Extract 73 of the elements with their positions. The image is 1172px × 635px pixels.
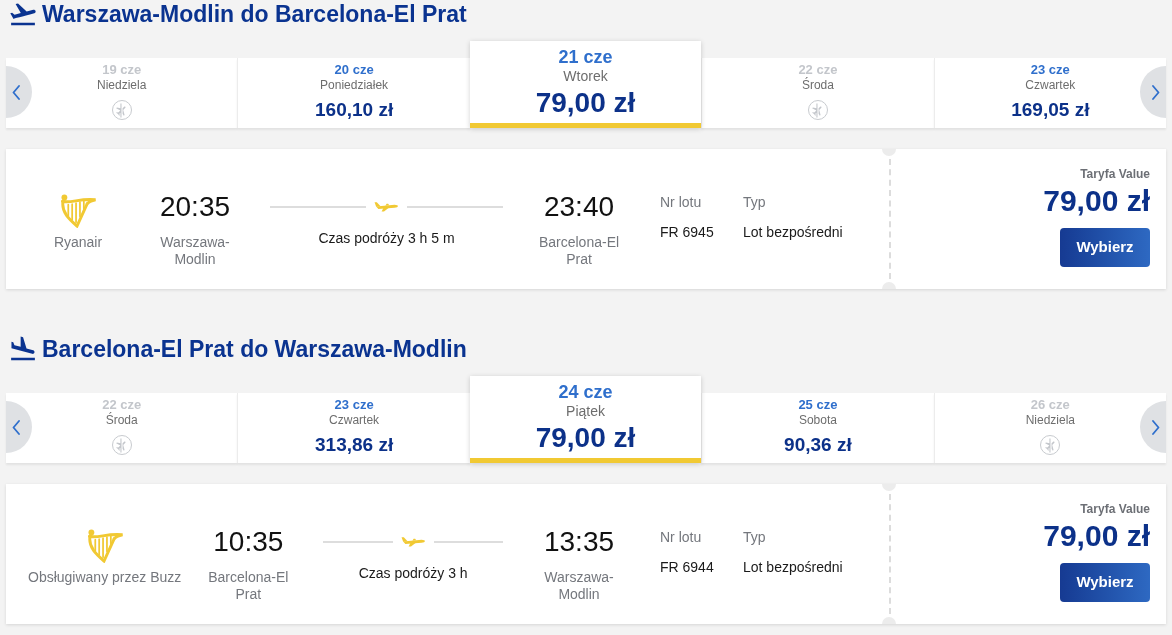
date-label: 26 cze xyxy=(1030,397,1070,413)
ticket-notch xyxy=(882,282,896,289)
day-label: Piątek xyxy=(566,403,605,420)
fare-label: Taryfa Value xyxy=(1080,167,1150,182)
select-button[interactable]: Wybierz xyxy=(1060,563,1150,602)
date-label: 20 cze xyxy=(334,62,374,78)
date-label: 21 cze xyxy=(558,46,613,68)
chevron-right-icon xyxy=(1152,419,1160,435)
select-button[interactable]: Wybierz xyxy=(1060,228,1150,267)
date-tile[interactable]: 19 cze Niedziela xyxy=(6,58,238,128)
date-price: 160,10 zł xyxy=(315,98,394,122)
day-label: Sobota xyxy=(798,413,837,428)
day-label: Środa xyxy=(105,413,138,428)
day-label: Czwartek xyxy=(1025,78,1076,93)
day-label: Poniedziałek xyxy=(320,78,389,93)
departure-airport: Barcelona-El Prat xyxy=(207,569,290,603)
day-label: Wtorek xyxy=(563,68,608,85)
flight-duration: Czas podróży 3 h xyxy=(358,565,468,582)
day-label: Niedziela xyxy=(97,78,147,93)
date-label: 22 cze xyxy=(102,397,142,412)
date-tile[interactable]: 23 cze Czwartek 313,86 zł xyxy=(237,393,470,463)
date-price: 90,36 zł xyxy=(784,433,852,457)
chevron-left-icon xyxy=(12,84,20,100)
flight-number: FR 6945 xyxy=(660,224,714,241)
date-price: 79,00 zł xyxy=(535,422,636,454)
date-price: 79,00 zł xyxy=(535,87,636,119)
date-tile[interactable]: 20 cze Poniedziałek 160,10 zł xyxy=(237,58,470,128)
section-title: Warszawa-Modlin do Barcelona-El Prat xyxy=(42,0,467,28)
date-price: 313,86 zł xyxy=(315,433,394,457)
flight-number-label: Nr lotu xyxy=(660,529,702,546)
chevron-right-icon xyxy=(1152,84,1160,100)
fare-price: 79,00 zł xyxy=(1043,518,1150,554)
date-label: 19 cze xyxy=(102,62,142,78)
flight-type-label: Typ xyxy=(743,529,766,546)
departure-time: 10:35 xyxy=(213,525,284,559)
fare-label: Taryfa Value xyxy=(1080,502,1150,517)
arrival-time: 13:35 xyxy=(543,525,615,559)
plane-icon xyxy=(374,202,399,212)
flight-type: Lot bezpośredni xyxy=(743,224,843,241)
flight-number: FR 6944 xyxy=(660,559,714,576)
flight-number-label: Nr lotu xyxy=(660,194,702,211)
date-price: 169,05 zł xyxy=(1011,98,1090,122)
arrival-airport: Barcelona-El Prat xyxy=(537,234,621,268)
date-tile[interactable]: 26 cze Niedziela xyxy=(933,393,1167,463)
date-label: 23 cze xyxy=(1030,62,1070,78)
date-label: 24 cze xyxy=(558,381,613,403)
day-label: Środa xyxy=(801,78,834,93)
day-label: Niedziela xyxy=(1025,413,1075,428)
date-tile[interactable]: 21 cze Wtorek 79,00 zł xyxy=(469,41,702,128)
date-tile[interactable]: 22 cze Środa xyxy=(701,58,934,128)
airline-name: Ryanair xyxy=(53,234,103,251)
flight-type-label: Typ xyxy=(743,194,766,211)
ticket-notch xyxy=(882,617,896,624)
date-tile[interactable]: 25 cze Sobota 90,36 zł xyxy=(701,393,934,463)
arrival-time: 23:40 xyxy=(543,190,615,224)
departure-airport: Warszawa-Modlin xyxy=(159,234,231,268)
section-title: Barcelona-El Prat do Warszawa-Modlin xyxy=(42,335,467,363)
fare-price: 79,00 zł xyxy=(1043,183,1150,219)
harp-logo xyxy=(58,193,98,228)
date-tile[interactable]: 23 cze Czwartek 169,05 zł xyxy=(933,58,1167,128)
date-tile[interactable]: 24 cze Piątek 79,00 zł xyxy=(469,376,702,463)
airline-name: Obsługiwany przez Buzz xyxy=(28,569,182,586)
flight-type: Lot bezpośredni xyxy=(743,559,843,576)
plane-icon xyxy=(400,537,426,547)
day-label: Czwartek xyxy=(329,413,380,428)
date-tile[interactable]: 22 cze Środa xyxy=(6,393,238,463)
date-label: 25 cze xyxy=(798,397,838,413)
flight-duration: Czas podróży 3 h 5 m xyxy=(318,230,455,247)
date-label: 23 cze xyxy=(334,397,374,413)
departure-time: 20:35 xyxy=(159,190,231,224)
date-label: 22 cze xyxy=(798,62,838,77)
arrival-airport: Warszawa-Modlin xyxy=(543,569,615,603)
chevron-left-icon xyxy=(12,419,20,435)
